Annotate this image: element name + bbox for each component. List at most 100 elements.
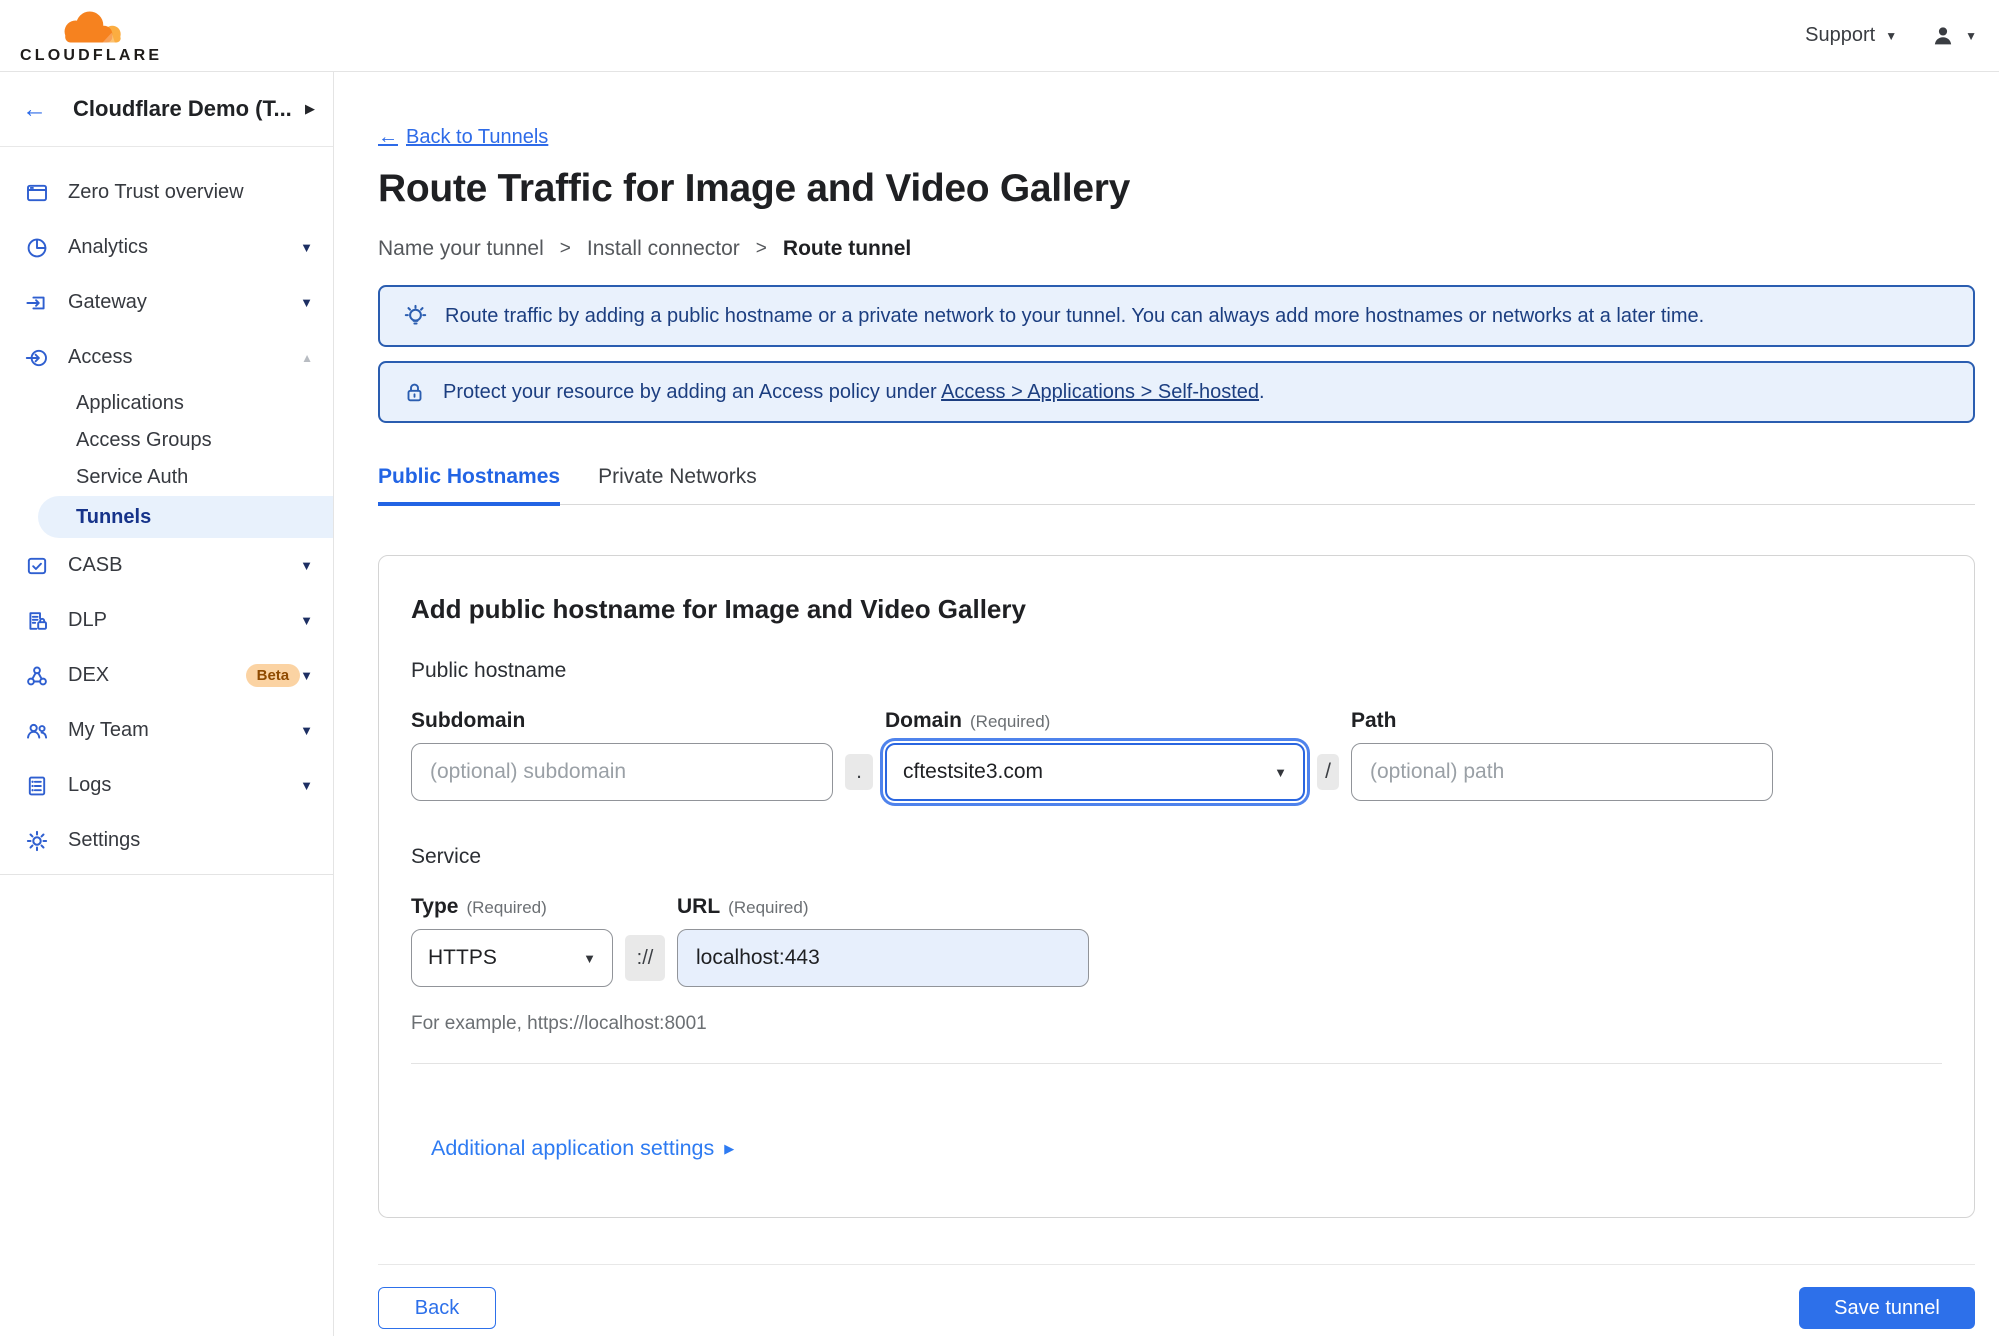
domain-select[interactable]: cftestsite3.com ▼ (885, 743, 1305, 801)
subdomain-input[interactable] (411, 743, 833, 801)
slash-separator: / (1317, 754, 1339, 790)
footer-divider (378, 1264, 1975, 1265)
analytics-pie-icon (24, 236, 50, 260)
footer-actions: Back Save tunnel (378, 1287, 1975, 1329)
url-label: URL (Required) (677, 895, 809, 918)
gateway-icon (24, 291, 50, 315)
sidebar-item-dex[interactable]: DEX Beta ▼ (0, 648, 333, 703)
sidebar-item-analytics[interactable]: Analytics ▼ (0, 220, 333, 275)
sidebar-item-label: Gateway (68, 291, 147, 313)
step-install-connector[interactable]: Install connector (587, 237, 740, 261)
chevron-down-icon: ▼ (300, 723, 313, 738)
info-banner-route-traffic: Route traffic by adding a public hostnam… (378, 285, 1975, 347)
service-section-label: Service (411, 845, 482, 868)
dot-separator: . (845, 754, 873, 790)
zero-trust-dashboard: CLOUDFLARE Support ▼ ▼ ← Cloudflare Demo… (0, 0, 1999, 1336)
banner-text: Protect your resource by adding an Acces… (443, 380, 1265, 403)
hostname-field-labels: Subdomain Domain (Required) Path (411, 709, 1942, 733)
cloudflare-cloud-icon (64, 11, 121, 43)
hostname-tabs: Public Hostnames Private Networks (378, 465, 1975, 506)
sidebar-item-label: CASB (68, 554, 123, 576)
url-example-hint: For example, https://localhost:8001 (411, 1013, 707, 1034)
sidebar-item-label: Logs (68, 774, 112, 796)
dex-network-icon (24, 664, 50, 688)
dlp-document-lock-icon (24, 609, 50, 633)
sidebar-account-header: ← Cloudflare Demo (T... ▶ (0, 72, 333, 147)
sidebar-item-logs[interactable]: Logs ▼ (0, 758, 333, 813)
sidebar-item-settings[interactable]: Settings (0, 813, 333, 868)
chevron-down-icon: ▼ (300, 778, 313, 793)
sidebar-subitem-label: Access Groups (76, 429, 212, 451)
path-input[interactable] (1351, 743, 1773, 801)
chevron-down-icon: ▼ (1965, 28, 1977, 43)
user-icon (1934, 26, 1952, 44)
chevron-down-icon: ▼ (300, 240, 313, 255)
add-public-hostname-card: Add public hostname for Image and Video … (378, 555, 1975, 1218)
sidebar-item-my-team[interactable]: My Team ▼ (0, 703, 333, 758)
tab-private-networks[interactable]: Private Networks (598, 465, 757, 506)
service-field-row: HTTPS ▼ :// (411, 929, 1942, 987)
sidebar-item-label: Settings (68, 829, 141, 851)
sidebar-item-access-groups[interactable]: Access Groups (0, 422, 333, 459)
sidebar-item-service-auth[interactable]: Service Auth (0, 459, 333, 496)
breadcrumb: Name your tunnel > Install connector > R… (378, 237, 1975, 261)
url-required-hint: (Required) (728, 898, 809, 917)
banner-text: Route traffic by adding a public hostnam… (445, 304, 1705, 327)
main-content: ← Back to Tunnels Route Traffic for Imag… (334, 72, 1999, 1336)
account-name: Cloudflare Demo (T... (73, 96, 292, 121)
sidebar-item-zero-trust-overview[interactable]: Zero Trust overview (0, 165, 333, 220)
sidebar-item-tunnels[interactable]: Tunnels (38, 496, 333, 538)
sidebar-item-label: Access (68, 346, 133, 368)
sidebar-item-applications[interactable]: Applications (0, 385, 333, 422)
step-name-your-tunnel[interactable]: Name your tunnel (378, 237, 544, 261)
card-heading: Add public hostname for Image and Video … (411, 594, 1026, 624)
access-applications-self-hosted-link[interactable]: Access > Applications > Self-hosted (941, 381, 1259, 403)
type-label: Type (Required) (411, 895, 547, 918)
access-icon (24, 346, 50, 370)
chevron-down-icon: ▼ (1885, 28, 1898, 43)
subdomain-label: Subdomain (411, 709, 526, 732)
sidebar-subitem-label: Service Auth (76, 466, 189, 488)
card-divider (411, 1063, 1942, 1064)
sidebar-item-gateway[interactable]: Gateway ▼ (0, 275, 333, 330)
triangle-right-icon: ▶ (724, 1140, 735, 1156)
expand-right-icon[interactable]: ▶ (305, 101, 315, 117)
dropdown-caret-icon: ▼ (1274, 764, 1287, 780)
back-to-tunnels-link[interactable]: ← Back to Tunnels (378, 126, 548, 149)
dropdown-caret-icon: ▼ (583, 950, 596, 966)
top-bar-right: Support ▼ ▼ (1805, 24, 1977, 48)
sidebar-item-access[interactable]: Access ▲ (0, 330, 333, 385)
sidebar-item-label: DEX (68, 664, 110, 686)
save-tunnel-button[interactable]: Save tunnel (1799, 1287, 1975, 1329)
sidebar-item-label: Zero Trust overview (68, 181, 244, 203)
url-input[interactable] (677, 929, 1089, 987)
type-required-hint: (Required) (466, 898, 547, 917)
user-menu[interactable]: ▼ (1931, 24, 1977, 48)
breadcrumb-separator: > (559, 238, 571, 259)
hostname-field-row: . cftestsite3.com ▼ / (411, 743, 1942, 801)
lightbulb-icon (402, 303, 429, 330)
sidebar-item-dlp[interactable]: DLP ▼ (0, 593, 333, 648)
back-arrow-icon[interactable]: ← (22, 96, 47, 122)
back-button[interactable]: Back (378, 1287, 496, 1329)
cloudflare-logo-text: CLOUDFLARE (20, 47, 163, 64)
type-select[interactable]: HTTPS ▼ (411, 929, 613, 987)
additional-application-settings-link[interactable]: Additional application settings ▶ (431, 1136, 734, 1161)
sidebar-item-label: DLP (68, 609, 107, 631)
domain-label: Domain (Required) (885, 709, 1051, 732)
path-label: Path (1351, 709, 1397, 732)
sidebar-nav: Zero Trust overview Analytics ▼ Gateway (0, 147, 333, 875)
chevron-down-icon: ▼ (300, 295, 313, 310)
support-menu[interactable]: Support ▼ (1805, 24, 1897, 47)
sidebar-subitem-label: Tunnels (76, 505, 152, 528)
sidebar-item-label: My Team (68, 719, 149, 741)
support-label: Support (1805, 24, 1876, 46)
sidebar-item-casb[interactable]: CASB ▼ (0, 538, 333, 593)
lock-icon (402, 380, 427, 405)
tab-public-hostnames[interactable]: Public Hostnames (378, 465, 561, 506)
page-title: Route Traffic for Image and Video Galler… (378, 167, 1131, 210)
back-arrow-icon: ← (378, 126, 398, 148)
chevron-down-icon: ▼ (300, 558, 313, 573)
step-route-tunnel: Route tunnel (782, 237, 912, 260)
casb-icon (24, 554, 50, 578)
